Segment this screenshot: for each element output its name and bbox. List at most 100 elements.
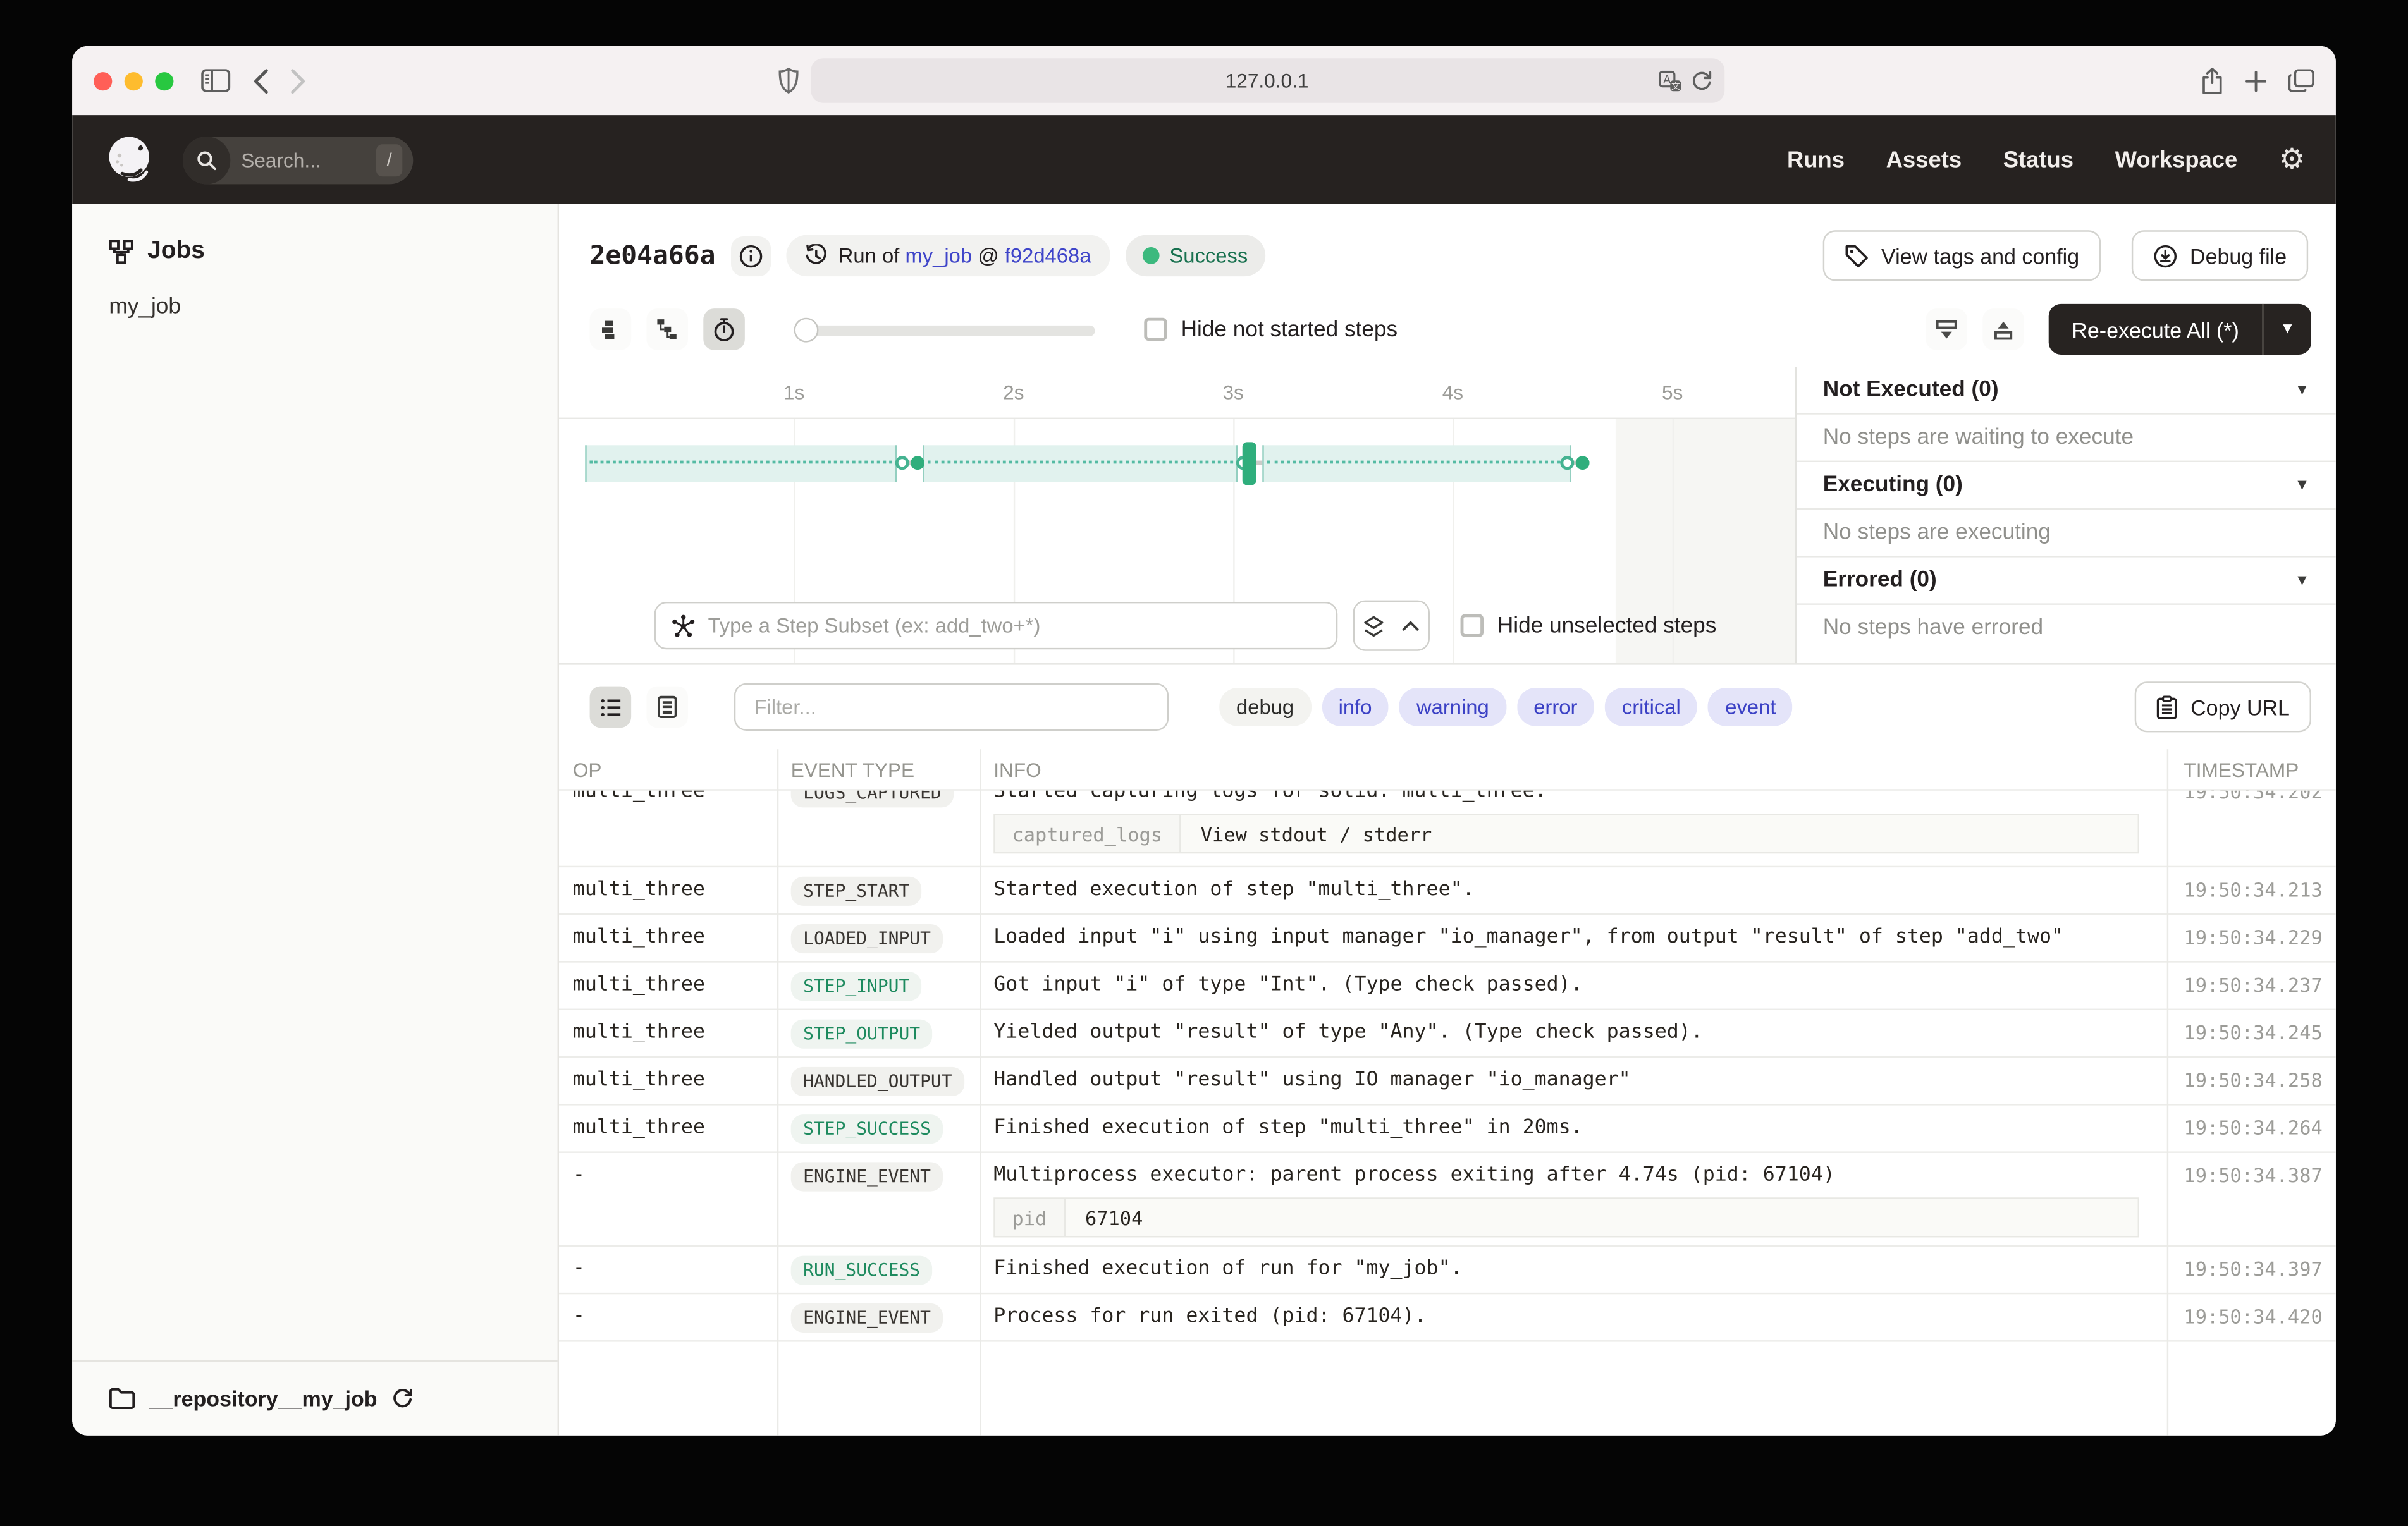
log-row[interactable]: multi_threeSTEP_SUCCESSFinished executio… <box>559 1106 2336 1153</box>
event-type-pill: RUN_SUCCESS <box>791 1256 933 1285</box>
reload-repository-icon[interactable] <box>391 1388 412 1409</box>
log-row[interactable]: multi_threeLOGS_CAPTUREDStarted capturin… <box>559 791 2336 867</box>
shield-icon[interactable] <box>778 68 798 94</box>
level-badge-debug[interactable]: debug <box>1219 688 1311 726</box>
run-of-pill: Run of my_job @ f92d468a <box>786 235 1109 277</box>
gantt-step-band[interactable] <box>1262 445 1571 482</box>
snapshot-link[interactable]: f92d468a <box>1005 244 1091 267</box>
log-row[interactable]: multi_threeSTEP_STARTStarted execution o… <box>559 867 2336 915</box>
back-icon[interactable] <box>254 68 269 93</box>
settings-gear-icon[interactable]: ⚙ <box>2279 145 2305 174</box>
layers-icon[interactable] <box>1354 602 1391 649</box>
log-metadata-box[interactable]: captured_logsView stdout / stderr <box>993 814 2139 853</box>
log-event-type: RUN_SUCCESS <box>777 1254 980 1285</box>
log-table: OP EVENT TYPE INFO TIMESTAMP multi_three… <box>559 749 2336 1436</box>
app-header: Search... / Runs Assets Status Workspace ⚙ <box>72 115 2336 204</box>
tab-overview-icon[interactable] <box>2288 69 2314 92</box>
reexecute-all-button[interactable]: Re-execute All (*) <box>2049 304 2262 355</box>
metadata-value[interactable]: View stdout / stderr <box>1181 815 1452 852</box>
zoom-slider-knob[interactable] <box>794 317 819 341</box>
subset-apply-group <box>1353 601 1430 651</box>
hide-not-started-checkbox-row[interactable]: Hide not started steps <box>1144 317 1398 341</box>
level-badge-event[interactable]: event <box>1709 688 1793 726</box>
gantt-flat-view-button[interactable] <box>590 308 632 350</box>
log-op: multi_three <box>559 1065 777 1094</box>
debug-file-button[interactable]: Debug file <box>2132 230 2308 281</box>
log-event-type: STEP_SUCCESS <box>777 1113 980 1144</box>
log-row[interactable]: -ENGINE_EVENTProcess for run exited (pid… <box>559 1294 2336 1341</box>
zoom-slider[interactable] <box>794 317 1095 341</box>
log-info: Started capturing logs for solid: multi_… <box>980 791 2166 854</box>
panel-section-header[interactable]: Errored (0)▼ <box>1797 558 2335 605</box>
status-badge[interactable]: Success <box>1125 235 1265 277</box>
log-row[interactable]: -ENGINE_EVENTMultiprocess executor: pare… <box>559 1153 2336 1247</box>
info-icon[interactable] <box>731 236 771 276</box>
sidebar-toggle-icon[interactable] <box>201 69 230 92</box>
log-filter-placeholder: Filter... <box>754 695 816 718</box>
gantt-timed-view-button[interactable] <box>703 308 745 350</box>
copy-url-button[interactable]: Copy URL <box>2135 681 2311 732</box>
traffic-zoom-button[interactable] <box>155 71 173 90</box>
hide-not-started-checkbox[interactable] <box>1144 318 1167 341</box>
traffic-close-button[interactable] <box>94 71 112 90</box>
panel-section-header[interactable]: Not Executed (0)▼ <box>1797 367 2335 414</box>
nav-workspace[interactable]: Workspace <box>2115 147 2238 173</box>
reload-icon[interactable] <box>1690 70 1712 91</box>
step-subset-input[interactable]: Type a Step Subset (ex: add_two+*) <box>654 602 1338 649</box>
log-row[interactable]: -RUN_SUCCESSFinished execution of run fo… <box>559 1247 2336 1294</box>
log-row[interactable]: multi_threeHANDLED_OUTPUTHandled output … <box>559 1058 2336 1105</box>
log-metadata-box[interactable]: pid67104 <box>993 1197 2139 1237</box>
log-op: multi_three <box>559 970 777 999</box>
log-filter-input[interactable]: Filter... <box>734 683 1169 731</box>
nav-status[interactable]: Status <box>2003 147 2073 173</box>
translate-icon[interactable]: A文 <box>1658 70 1681 91</box>
log-row[interactable]: multi_threeSTEP_OUTPUTYielded output "re… <box>559 1010 2336 1058</box>
axis-tick: 4s <box>1442 381 1463 403</box>
svg-text:A: A <box>1662 73 1671 85</box>
address-bar[interactable]: 127.0.0.1 A文 <box>810 58 1724 102</box>
sidebar-item-my-job[interactable]: my_job <box>72 281 557 333</box>
screenshot-stage: 127.0.0.1 A文 <box>0 0 2408 1526</box>
level-badge-info[interactable]: info <box>1322 688 1389 726</box>
gantt-step-band[interactable] <box>923 445 1238 482</box>
level-badge-error[interactable]: error <box>1516 688 1594 726</box>
log-event-type: ENGINE_EVENT <box>777 1302 980 1333</box>
tag-icon <box>1845 243 1869 268</box>
gantt-step-band[interactable] <box>586 445 897 482</box>
global-search-input[interactable]: Search... / <box>183 136 413 183</box>
view-tags-button[interactable]: View tags and config <box>1823 230 2101 281</box>
repository-row[interactable]: __repository__my_job <box>72 1360 557 1436</box>
log-timestamp: 19:50:34.245 <box>2167 1018 2336 1047</box>
job-link[interactable]: my_job <box>905 244 972 267</box>
gantt-toolbar: Hide not started steps Re-execute All (*… <box>559 295 2336 367</box>
search-placeholder: Search... <box>241 148 376 171</box>
new-tab-icon[interactable] <box>2245 70 2267 91</box>
gantt-chart[interactable]: 1s2s3s4s5s Type a Step Subset (ex: add_t… <box>559 367 1795 663</box>
level-badge-warning[interactable]: warning <box>1399 688 1506 726</box>
jump-to-bottom-button[interactable] <box>1926 308 1968 350</box>
hide-unselected-checkbox-row[interactable]: Hide unselected steps <box>1461 613 1717 638</box>
share-icon[interactable] <box>2201 67 2223 95</box>
traffic-minimize-button[interactable] <box>125 71 143 90</box>
log-list-view-button[interactable] <box>590 687 632 728</box>
forward-icon[interactable] <box>290 68 305 93</box>
event-type-pill: ENGINE_EVENT <box>791 1303 943 1333</box>
log-timestamp: 19:50:34.264 <box>2167 1113 2336 1142</box>
collapse-caret-icon[interactable] <box>1391 602 1428 649</box>
panel-section-header[interactable]: Executing (0)▼ <box>1797 462 2335 510</box>
log-event-type: LOGS_CAPTURED <box>777 791 980 808</box>
log-row[interactable]: multi_threeSTEP_INPUTGot input "i" of ty… <box>559 963 2336 1010</box>
reexecute-dropdown-button[interactable]: ▼ <box>2264 304 2311 355</box>
gantt-waterfall-view-button[interactable] <box>646 308 688 350</box>
nav-runs[interactable]: Runs <box>1787 147 1845 173</box>
log-row[interactable]: multi_threeLOADED_INPUTLoaded input "i" … <box>559 915 2336 962</box>
log-structured-view-button[interactable] <box>646 687 688 728</box>
metadata-value[interactable]: 67104 <box>1065 1199 1163 1236</box>
level-badge-critical[interactable]: critical <box>1605 688 1697 726</box>
nav-assets[interactable]: Assets <box>1886 147 1962 173</box>
panel-section-message: No steps are waiting to execute <box>1797 415 2335 462</box>
dagster-logo-icon[interactable] <box>103 132 158 187</box>
event-type-pill: LOGS_CAPTURED <box>791 791 954 808</box>
jump-to-top-button[interactable] <box>1982 308 2024 350</box>
hide-unselected-checkbox[interactable] <box>1461 614 1484 637</box>
